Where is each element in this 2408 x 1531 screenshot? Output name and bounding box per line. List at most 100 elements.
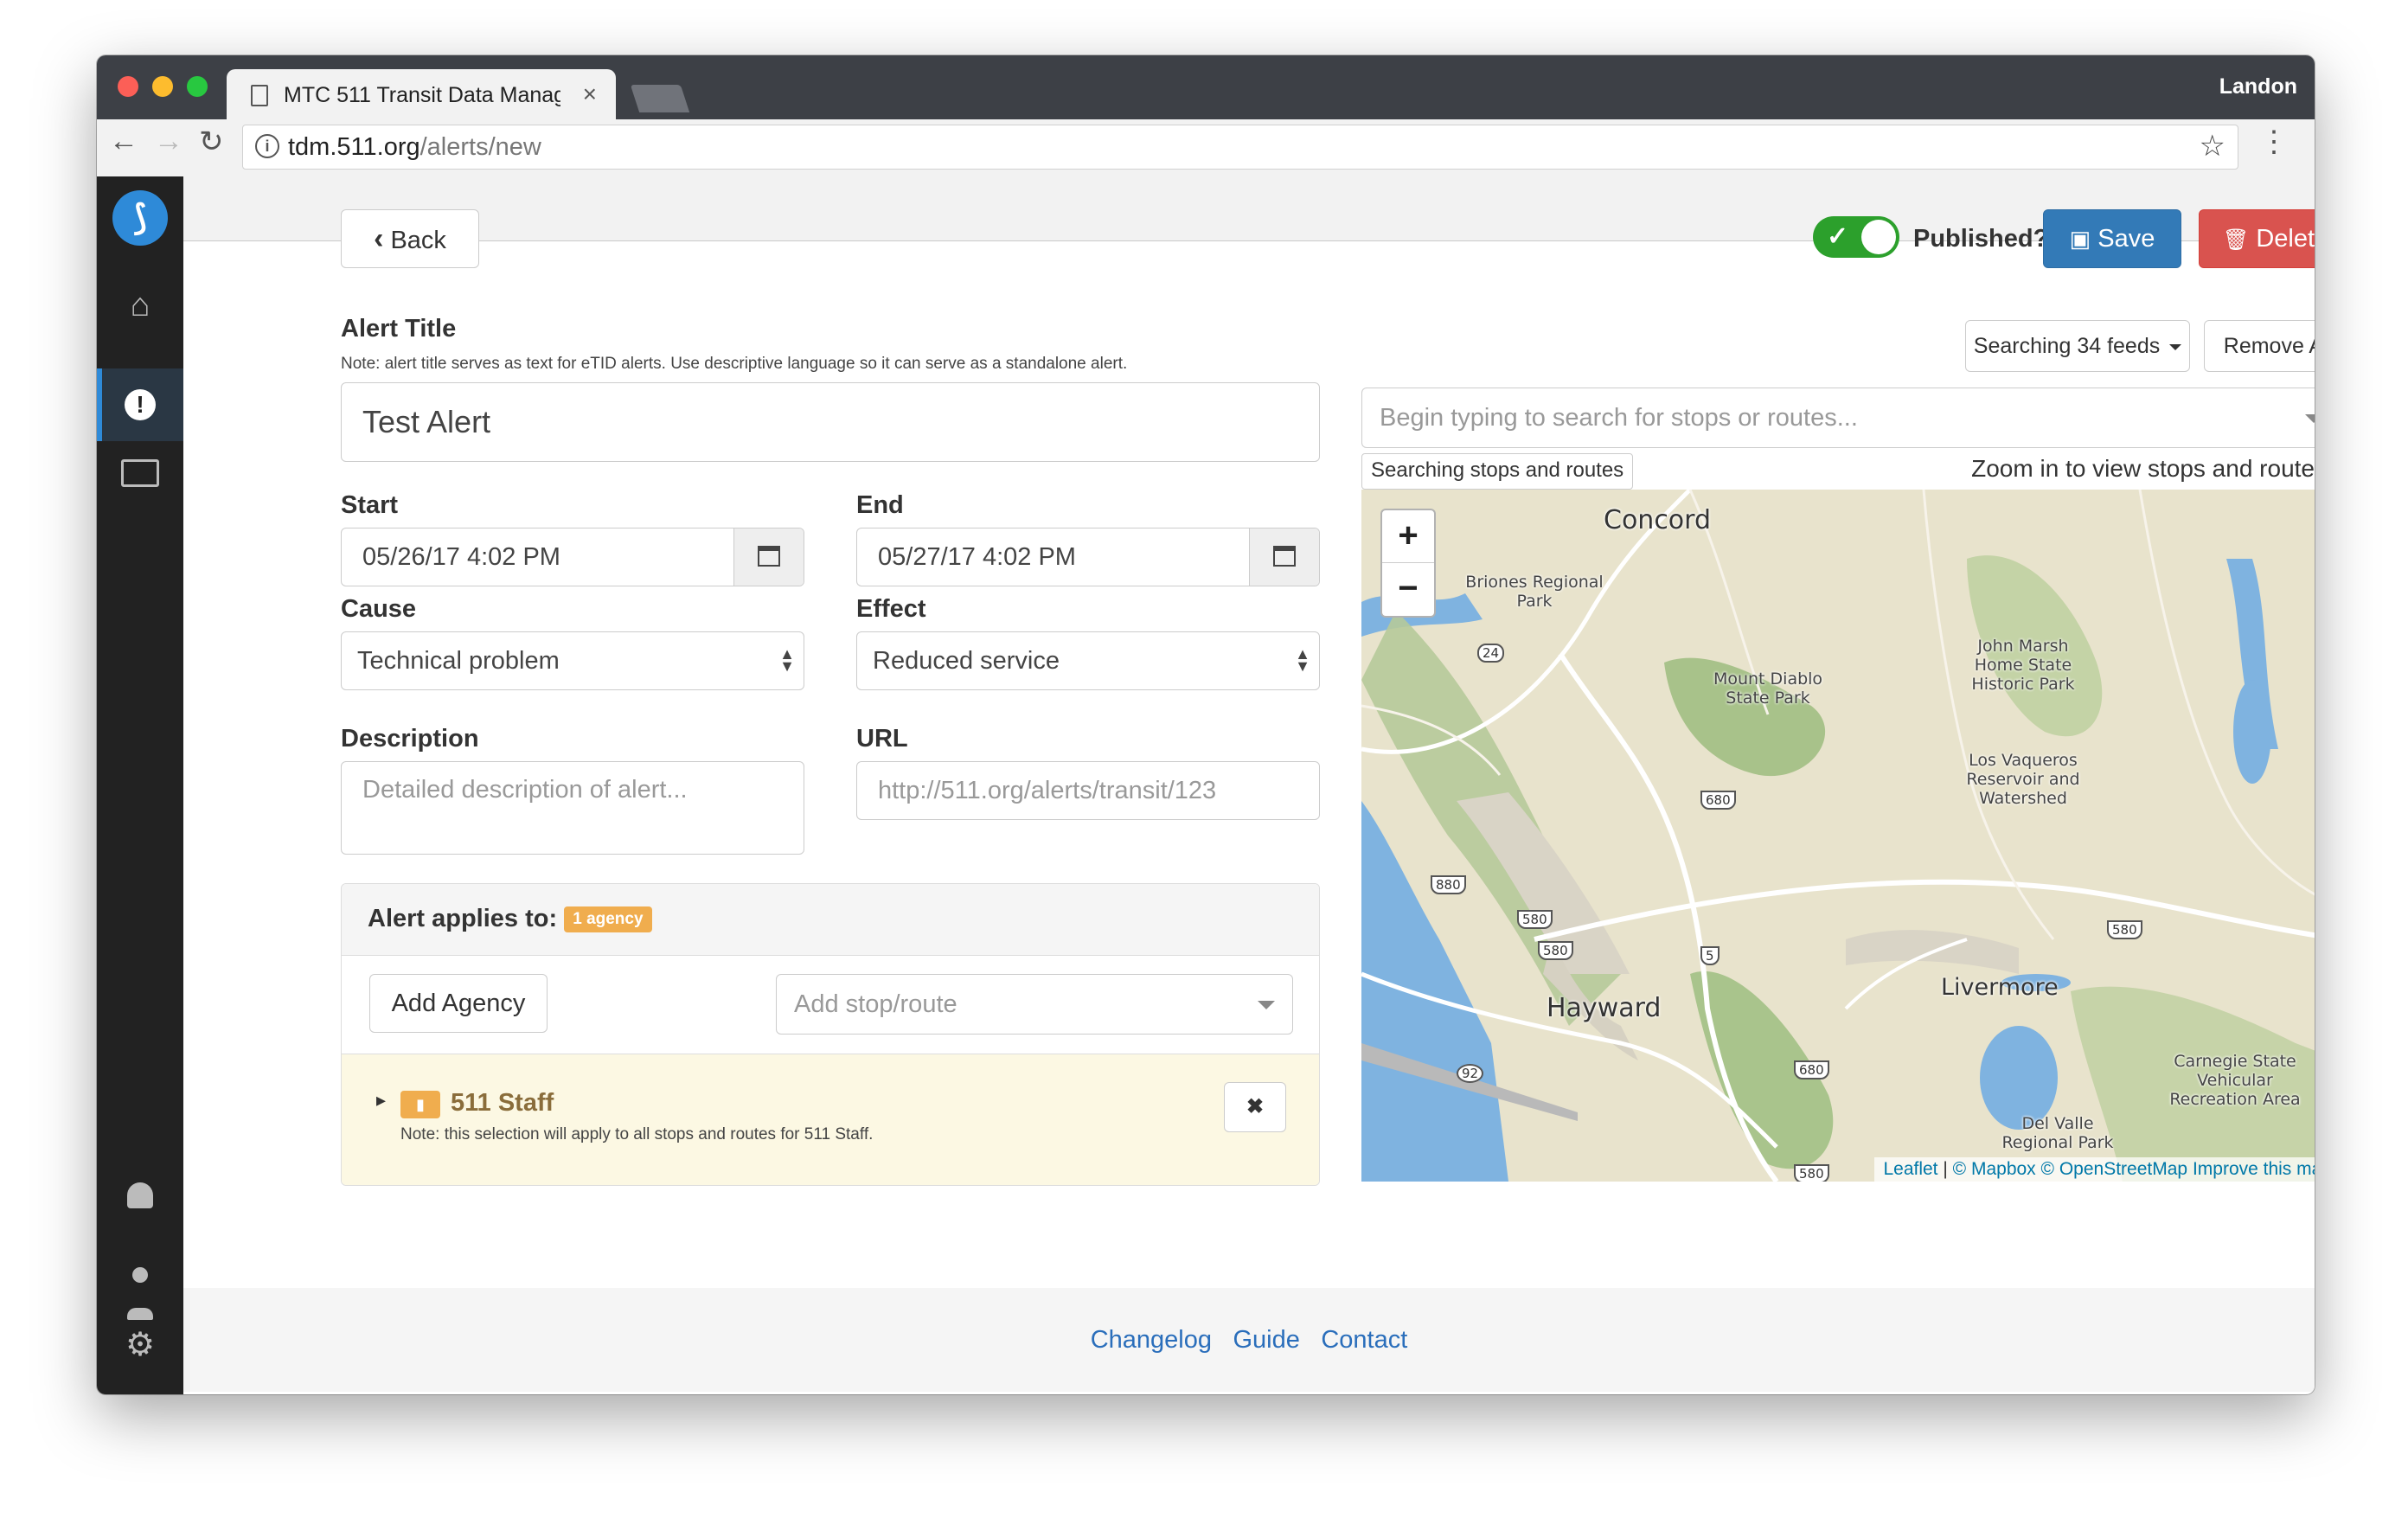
user-icon[interactable] <box>97 1254 183 1329</box>
start-label: Start <box>341 491 399 519</box>
caret-down-icon <box>2169 343 2182 350</box>
effect-select[interactable]: Reduced service ▲ ▼ <box>856 631 1320 690</box>
end-date-input[interactable]: 05/27/17 4:02 PM <box>856 528 1320 586</box>
map-attribution: Leaflet | © Mapbox © OpenStreetMap Impro… <box>1874 1157 2315 1182</box>
chevron-down-icon <box>2305 414 2315 423</box>
forward-nav-icon[interactable]: → <box>154 125 183 158</box>
add-stop-route-select[interactable]: Add stop/route <box>776 974 1293 1035</box>
monitor-shape <box>121 459 159 487</box>
map-label-concord: Concord <box>1604 505 1712 535</box>
back-button-label: Back <box>390 227 446 254</box>
highway-shield-580: 580 <box>1538 941 1573 960</box>
zoom-out-button[interactable]: − <box>1382 563 1434 615</box>
published-label: Published? <box>1913 225 2049 253</box>
tab-close-icon[interactable]: × <box>583 80 597 108</box>
start-date-input[interactable]: 05/26/17 4:02 PM <box>341 528 804 586</box>
calendar-icon <box>758 546 780 567</box>
bookmark-star-icon[interactable]: ☆ <box>2200 129 2225 163</box>
back-nav-icon[interactable]: ← <box>109 125 138 158</box>
end-date-value: 05/27/17 4:02 PM <box>878 543 1076 571</box>
new-tab-button[interactable] <box>630 85 690 112</box>
alert-title-input[interactable]: Test Alert <box>341 382 1320 462</box>
page-footer: Changelog Guide Contact <box>183 1288 2315 1392</box>
map-label-los-vaqueros: Los Vaqueros Reservoir and Watershed <box>1966 751 2080 808</box>
effect-label: Effect <box>856 595 926 623</box>
contact-link[interactable]: Contact <box>1321 1326 1407 1355</box>
alert-title-label: Alert Title <box>341 315 457 343</box>
alert-applies-panel: Alert applies to: 1 agency Add Agency Ad… <box>341 883 1320 1186</box>
save-button[interactable]: ▣ Save <box>2043 209 2181 268</box>
agency-icon: ▮ <box>400 1091 440 1118</box>
highway-shield-680: 680 <box>1700 791 1736 810</box>
description-label: Description <box>341 725 479 753</box>
start-calendar-button[interactable] <box>733 528 804 586</box>
zoom-hint: Zoom in to view stops and routes <box>1820 455 2315 483</box>
highway-shield-24: 24 <box>1477 644 1505 663</box>
select-arrows-icon: ▲ ▼ <box>779 645 795 675</box>
app-logo[interactable]: ⟆ <box>112 190 168 246</box>
applies-heading-text: Alert applies to: <box>368 905 558 932</box>
document-icon <box>251 85 268 106</box>
cause-select[interactable]: Technical problem ▲ ▼ <box>341 631 804 690</box>
select-arrows-icon: ▲ ▼ <box>1295 645 1310 675</box>
gear-icon[interactable]: ⚙ <box>97 1325 183 1364</box>
zoom-in-button[interactable]: + <box>1382 510 1434 563</box>
map-view[interactable]: + − Concord Briones Regional Park Mount … <box>1361 490 2315 1182</box>
searching-status-tag: Searching stops and routes <box>1361 453 1634 490</box>
stop-route-search-input[interactable]: Begin typing to search for stops or rout… <box>1361 388 2315 448</box>
browser-menu-icon[interactable]: ⋮ <box>2259 125 2289 159</box>
tab-title: MTC 511 Transit Data Manage <box>284 83 560 107</box>
end-calendar-button[interactable] <box>1249 528 1319 586</box>
minimize-window-button[interactable] <box>152 76 173 97</box>
alert-title-note: Note: alert title serves as text for eTI… <box>341 355 1128 373</box>
mapbox-link[interactable]: © Mapbox <box>1953 1159 2036 1179</box>
add-agency-button[interactable]: Add Agency <box>369 974 548 1033</box>
feeds-dropdown-label: Searching 34 feeds <box>1973 334 2161 358</box>
highway-shield-880: 880 <box>1431 875 1466 894</box>
save-icon: ▣ <box>2069 226 2091 252</box>
main-content: ‹ Back ✓ Published? ▣ Save 🗑 Delete Aler… <box>183 176 2315 1394</box>
map-label-john-marsh: John Marsh Home State Historic Park <box>1971 637 2075 694</box>
alert-icon[interactable]: ! <box>97 384 183 421</box>
osm-link[interactable]: © OpenStreetMap <box>2041 1159 2188 1179</box>
remove-agency-button[interactable]: ✖ <box>1224 1082 1286 1132</box>
improve-map-link[interactable]: Improve this map <box>2193 1159 2315 1179</box>
maximize-window-button[interactable] <box>187 76 208 97</box>
map-label-livermore: Livermore <box>1941 974 2059 1001</box>
toggle-knob <box>1861 220 1896 254</box>
close-window-button[interactable] <box>118 76 138 97</box>
highway-shield-92: 92 <box>1457 1064 1484 1083</box>
monitor-icon[interactable] <box>97 458 183 496</box>
address-bar[interactable]: i tdm.511.org/alerts/new ☆ <box>242 125 2238 170</box>
map-label-hayward: Hayward <box>1547 993 1662 1023</box>
map-label-mount-diablo: Mount Diablo State Park <box>1713 669 1823 708</box>
changelog-link[interactable]: Changelog <box>1091 1326 1212 1355</box>
check-icon: ✓ <box>1827 222 1849 251</box>
effect-value: Reduced service <box>873 647 1060 675</box>
delete-button[interactable]: 🗑 Delete <box>2199 209 2315 268</box>
url-input[interactable]: http://511.org/alerts/transit/123 <box>856 761 1320 820</box>
highway-shield-580: 580 <box>1517 910 1553 929</box>
cause-value: Technical problem <box>357 647 560 675</box>
user-head <box>132 1267 148 1283</box>
caret-right-icon[interactable]: ▸ <box>376 1089 386 1111</box>
guide-link[interactable]: Guide <box>1233 1326 1299 1355</box>
alert-circle: ! <box>125 389 156 420</box>
highway-shield-580: 580 <box>2107 920 2142 939</box>
remove-all-button[interactable]: Remove All <box>2204 320 2315 372</box>
searching-feeds-dropdown[interactable]: Searching 34 feeds <box>1965 320 2190 372</box>
reload-icon[interactable]: ↻ <box>199 125 224 159</box>
published-toggle[interactable]: ✓ <box>1813 216 1899 258</box>
profile-name[interactable]: Landon <box>2219 74 2297 99</box>
applies-heading: Alert applies to: 1 agency <box>368 905 652 933</box>
browser-tab[interactable]: MTC 511 Transit Data Manage × <box>227 69 616 119</box>
description-textarea[interactable]: Detailed description of alert... <box>341 761 804 855</box>
leaflet-link[interactable]: Leaflet <box>1883 1159 1937 1179</box>
url-text: tdm.511.org/alerts/new <box>288 133 541 161</box>
end-label: End <box>856 491 904 519</box>
map-zoom-control: + − <box>1380 509 1436 618</box>
home-icon[interactable]: ⌂ <box>97 287 183 324</box>
back-button[interactable]: ‹ Back <box>341 209 479 268</box>
info-icon[interactable]: i <box>255 134 279 158</box>
bell-icon[interactable] <box>97 1180 183 1217</box>
